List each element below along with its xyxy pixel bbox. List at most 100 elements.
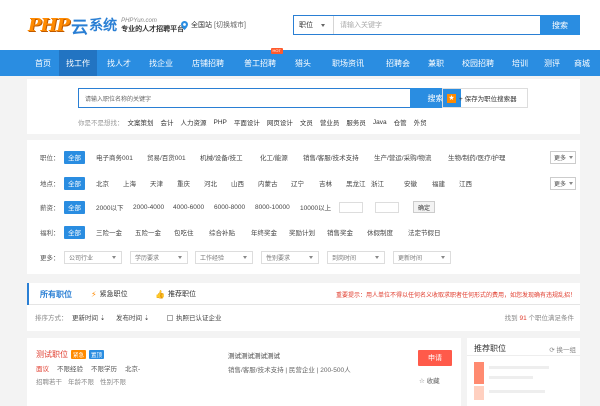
swap-group-button[interactable]: ⟳ 换一组 [549, 344, 576, 354]
filter-option[interactable]: 江西 [459, 177, 472, 190]
update-time-select[interactable]: 更新时间 [393, 250, 451, 264]
apply-button[interactable]: 申请 [418, 350, 452, 366]
filter-option[interactable]: 安徽 [404, 177, 417, 190]
top-search-input[interactable]: 请输入关键字 [334, 16, 540, 34]
filter-option[interactable]: 生产/营运/采购/物流 [374, 151, 431, 164]
filter-option[interactable]: 销售/客服/技术支持 [303, 151, 359, 164]
site-logo[interactable]: PHP 云 系统 PHPYun.com 专业的人才招聘平台 [28, 13, 184, 38]
filter-option[interactable]: 山西 [231, 177, 244, 190]
nav-item-career-news[interactable]: 职场资讯 [320, 50, 376, 76]
nav-item-part-time[interactable]: 兼职 [420, 50, 452, 76]
favorite-button[interactable]: ☆ 收藏 [419, 375, 440, 385]
hot-keyword[interactable]: 服务员 [346, 117, 366, 127]
hot-keyword[interactable]: PHP [214, 119, 227, 126]
filter-option[interactable]: 贸易/百货001 [147, 151, 186, 164]
verified-checkbox[interactable] [167, 315, 173, 321]
tab-all-jobs[interactable]: 所有职位 [27, 283, 72, 305]
filter-option[interactable]: 生物/制药/医疗/护理 [448, 151, 505, 164]
filter-option[interactable]: 五险一金 [135, 226, 161, 239]
nav-item-assessment[interactable]: 测评 [536, 50, 568, 76]
filter-option[interactable]: 4000-6000 [173, 201, 204, 214]
filter-option[interactable]: 河北 [204, 177, 217, 190]
nav-item-job-fair[interactable]: 招聘会 [376, 50, 420, 76]
filter-option[interactable]: 三险一金 [96, 226, 122, 239]
filter-option[interactable]: 6000-8000 [214, 201, 245, 214]
tab-urgent-jobs[interactable]: ⚡ 紧急职位 [91, 283, 128, 305]
arrival-time-select[interactable]: 到岗时间 [327, 250, 385, 264]
filter-option[interactable]: 化工/能源 [260, 151, 288, 164]
location-selector[interactable]: 全国站 [切换城市] [181, 20, 246, 30]
nav-item-home[interactable]: 首页 [27, 50, 59, 76]
recommended-job-thumbnail[interactable] [474, 386, 484, 400]
filter-option[interactable]: 吉林 [319, 177, 332, 190]
filter-option[interactable]: 北京 [96, 177, 109, 190]
nav-item-mall[interactable]: 商城 [566, 50, 598, 76]
filter-option[interactable]: 10000以上 [300, 201, 331, 214]
filter-option[interactable]: 综合补贴 [209, 226, 235, 239]
filter-option[interactable]: 法定节假日 [408, 226, 441, 239]
hot-keyword[interactable]: 仓管 [394, 117, 407, 127]
sort-by-update[interactable]: 更新时间 ⇣ [72, 312, 105, 322]
filter-option[interactable]: 内蒙古 [258, 177, 278, 190]
select-value: 工作经验 [200, 255, 225, 262]
hot-keyword[interactable]: 人力资源 [181, 117, 207, 127]
nav-item-campus[interactable]: 校园招聘 [452, 50, 504, 76]
education-select[interactable]: 学历要求 [130, 250, 188, 264]
sort-by-publish[interactable]: 发布时间 ⇣ [116, 312, 149, 322]
nav-item-find-company[interactable]: 找企业 [140, 50, 182, 76]
hot-keyword[interactable]: Java [373, 119, 387, 126]
filter-option[interactable]: 包吃住 [174, 226, 194, 239]
job-search-input[interactable]: 请输入职位名称的关键字 [79, 89, 410, 107]
filter-option[interactable]: 年终奖金 [251, 226, 277, 239]
filter-all-chip[interactable]: 全部 [64, 225, 85, 239]
filter-option[interactable]: 重庆 [177, 177, 190, 190]
salary-max-input[interactable] [375, 201, 399, 213]
filter-option[interactable]: 2000-4000 [133, 201, 164, 214]
filter-all-chip[interactable]: 全部 [64, 176, 85, 190]
hot-keyword[interactable]: 营业员 [320, 117, 340, 127]
gender-select[interactable]: 性别要求 [261, 250, 319, 264]
filter-option[interactable]: 辽宁 [291, 177, 304, 190]
hot-keyword[interactable]: 文员 [300, 117, 313, 127]
nav-item-find-talent[interactable]: 找人才 [98, 50, 140, 76]
hot-keyword[interactable]: 网页设计 [267, 117, 293, 127]
filter-more-button[interactable]: 更多 [550, 150, 576, 164]
filter-option[interactable]: 机械/设备/技工 [200, 151, 243, 164]
filter-option[interactable]: 奖励计划 [289, 226, 315, 239]
company-name-link[interactable]: 测试测试测试测试 [228, 350, 280, 360]
hot-keyword[interactable]: 平面设计 [234, 117, 260, 127]
search-category-select[interactable]: 职位 [294, 16, 334, 34]
nav-item-worker-recruit[interactable]: 普工招聘 HOT [234, 48, 286, 76]
recommended-job-thumbnail[interactable] [474, 362, 484, 384]
filter-option[interactable]: 上海 [123, 177, 136, 190]
filter-more-button[interactable]: 更多 [550, 176, 576, 190]
filter-option[interactable]: 福建 [432, 177, 445, 190]
tab-recommend-jobs[interactable]: 👍 推荐职位 [155, 283, 196, 305]
filter-option[interactable]: 2000以下 [96, 201, 123, 214]
save-search-button[interactable]: ★ + 保存为职位搜索器 [442, 88, 528, 108]
nav-item-shop-recruit[interactable]: 店铺招聘 [182, 50, 234, 76]
top-search-button[interactable]: 搜索 [540, 15, 580, 35]
filter-all-chip[interactable]: 全部 [64, 200, 85, 214]
filter-option[interactable]: 销售奖金 [327, 226, 353, 239]
hot-keyword[interactable]: 会计 [161, 117, 174, 127]
filter-option[interactable]: 浙江 [371, 177, 384, 190]
experience-select[interactable]: 工作经验 [195, 250, 253, 264]
filter-option[interactable]: 黑龙江 [346, 177, 366, 190]
switch-city-link[interactable]: [切换城市] [214, 20, 246, 30]
filter-option[interactable]: 天津 [150, 177, 163, 190]
filter-all-chip[interactable]: 全部 [64, 150, 85, 164]
nav-item-find-job[interactable]: 找工作 [59, 50, 97, 76]
salary-min-input[interactable] [339, 201, 363, 213]
hot-keyword[interactable]: 外贸 [414, 117, 427, 127]
salary-confirm-button[interactable]: 确定 [413, 201, 436, 213]
filter-option[interactable]: 8000-10000 [255, 201, 290, 214]
filter-option[interactable]: 休假制度 [367, 226, 393, 239]
industry-select[interactable]: 公司行业 [64, 250, 122, 264]
filter-option[interactable]: 电子商务001 [96, 151, 133, 164]
hot-keyword[interactable]: 文案策划 [128, 117, 154, 127]
job-title-link[interactable]: 测试职位 [36, 349, 68, 360]
nav-item-headhunter[interactable]: 猎头 [286, 50, 320, 76]
verified-only-filter[interactable]: 执照已认证企业 [167, 312, 222, 322]
nav-item-training[interactable]: 培训 [504, 50, 536, 76]
